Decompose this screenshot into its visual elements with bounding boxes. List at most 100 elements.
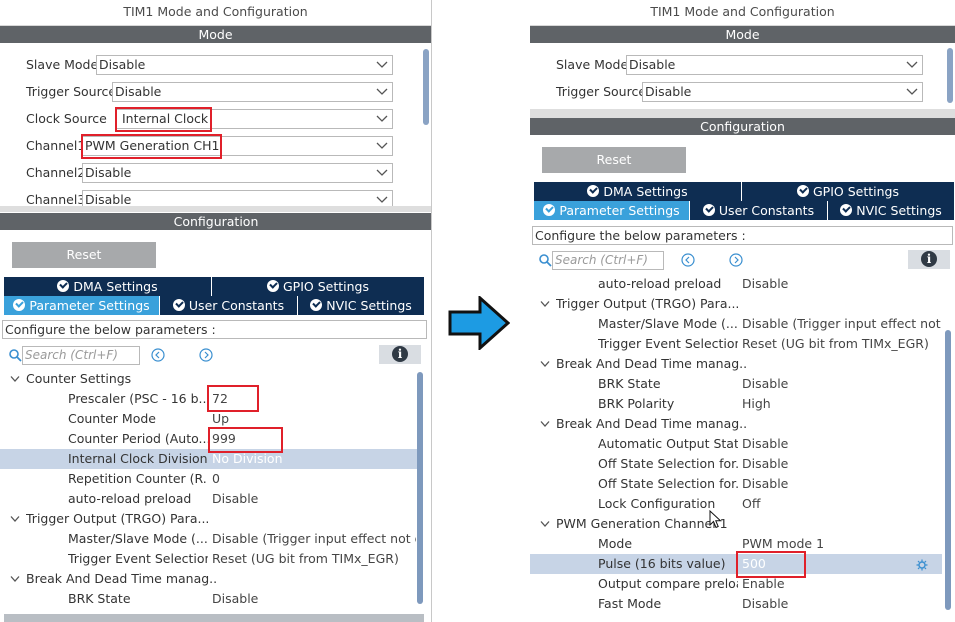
tab-dma-settings[interactable]: DMA Settings bbox=[534, 182, 742, 201]
group-header[interactable]: Trigger Output (TRGO) Para... bbox=[0, 509, 418, 529]
param-value[interactable]: Reset (UG bit from TIMx_EGR) bbox=[742, 334, 942, 354]
param-value[interactable]: 999 bbox=[212, 429, 416, 449]
param-value[interactable]: Disable (Trigger input effect not d... bbox=[742, 314, 942, 334]
param-value[interactable]: Disable bbox=[742, 594, 942, 614]
param-value[interactable]: Off bbox=[742, 494, 942, 514]
group-header[interactable]: Break And Dead Time manag... bbox=[0, 569, 418, 589]
tab-user-constants[interactable]: User Constants bbox=[690, 201, 828, 220]
slave-mode-select[interactable]: Disable bbox=[626, 55, 923, 75]
channel1-select[interactable]: PWM Generation CH1 bbox=[82, 136, 393, 156]
reset-configuration-button[interactable]: Reset Configuration bbox=[12, 242, 156, 288]
param-value[interactable]: 500 bbox=[742, 554, 942, 574]
info-button[interactable]: i bbox=[379, 345, 421, 364]
tab-label: DMA Settings bbox=[603, 184, 688, 199]
trigger-source-select[interactable]: Disable bbox=[112, 82, 393, 102]
param-row[interactable]: Internal Clock Division... No Division bbox=[0, 449, 418, 469]
tab-gpio-settings[interactable]: GPIO Settings bbox=[212, 277, 425, 296]
clock-source-select[interactable]: Internal Clock bbox=[116, 109, 393, 129]
chevron-down-icon[interactable] bbox=[540, 360, 550, 368]
chevron-down-icon[interactable] bbox=[540, 300, 550, 308]
tab-label: NVIC Settings bbox=[326, 298, 412, 313]
param-row[interactable]: Trigger Event Selection Reset (UG bit fro… bbox=[0, 549, 418, 569]
chevron-left-icon[interactable] bbox=[151, 348, 165, 362]
chevron-down-icon[interactable] bbox=[10, 375, 20, 383]
param-row[interactable]: Counter Mode Up bbox=[0, 409, 418, 429]
param-row[interactable]: Lock Configuration Off bbox=[530, 494, 942, 514]
reset-configuration-button[interactable]: Reset Configuration bbox=[542, 147, 686, 193]
tab-user-constants[interactable]: User Constants bbox=[160, 296, 298, 315]
param-value[interactable]: No Division bbox=[212, 449, 416, 469]
mode-scrollbar[interactable] bbox=[947, 48, 953, 103]
mode-area: Slave Mode Disable Trigger Source Disabl… bbox=[530, 43, 955, 109]
param-value[interactable]: Reset (UG bit from TIMx_EGR) bbox=[212, 549, 416, 569]
param-value[interactable]: High bbox=[742, 394, 942, 414]
channel3-select[interactable]: Disable bbox=[82, 190, 393, 206]
search-input[interactable]: Search (Ctrl+F) bbox=[552, 251, 664, 270]
info-button[interactable]: i bbox=[908, 250, 950, 269]
chevron-right-icon[interactable] bbox=[199, 348, 213, 362]
param-row[interactable]: auto-reload preload Disable bbox=[0, 489, 418, 509]
splitter[interactable] bbox=[530, 109, 955, 118]
group-header[interactable]: Counter Settings bbox=[0, 369, 418, 389]
group-header[interactable]: Break And Dead Time manag... bbox=[530, 354, 942, 374]
param-row[interactable]: Master/Slave Mode (... Disable (Trigger i… bbox=[0, 529, 418, 549]
param-value[interactable]: Disable (Trigger input effect not d... bbox=[212, 529, 416, 549]
chevron-down-icon[interactable] bbox=[540, 420, 550, 428]
param-row[interactable]: auto-reload preload Disable bbox=[530, 274, 942, 294]
gear-icon[interactable] bbox=[916, 559, 928, 571]
param-row[interactable]: Pulse (16 bits value) 500 bbox=[530, 554, 942, 574]
param-value[interactable]: Disable bbox=[742, 434, 942, 454]
param-row[interactable]: Trigger Event Selection Reset (UG bit fro… bbox=[530, 334, 942, 354]
param-value[interactable]: Disable bbox=[212, 489, 416, 509]
param-value[interactable]: 72 bbox=[212, 389, 416, 409]
param-name: Internal Clock Division... bbox=[68, 451, 208, 466]
param-value[interactable]: Disable bbox=[742, 274, 942, 294]
group-header[interactable]: Break And Dead Time manag... bbox=[530, 414, 942, 434]
mode-label: Trigger Source bbox=[556, 84, 647, 99]
channel2-select[interactable]: Disable bbox=[82, 163, 393, 183]
group-header[interactable]: PWM Generation Channel 1 bbox=[530, 514, 942, 534]
splitter[interactable] bbox=[0, 206, 431, 212]
param-row[interactable]: Fast Mode Disable bbox=[530, 594, 942, 614]
param-row[interactable]: Counter Period (Auto... 999 bbox=[0, 429, 418, 449]
param-row[interactable]: Output compare preload Enable bbox=[530, 574, 942, 594]
param-row[interactable]: Off State Selection for... Disable bbox=[530, 474, 942, 494]
param-value[interactable]: PWM mode 1 bbox=[742, 534, 942, 554]
param-row[interactable]: Off State Selection for... Disable bbox=[530, 454, 942, 474]
chevron-left-icon[interactable] bbox=[681, 253, 695, 267]
chevron-down-icon[interactable] bbox=[10, 515, 20, 523]
param-row[interactable]: Automatic Output State Disable bbox=[530, 434, 942, 454]
param-value[interactable]: Disable bbox=[212, 589, 416, 609]
param-value[interactable]: 0 bbox=[212, 469, 416, 489]
trigger-source-select[interactable]: Disable bbox=[642, 82, 923, 102]
tab-nvic-settings[interactable]: NVIC Settings bbox=[828, 201, 955, 220]
param-row[interactable]: BRK State Disable bbox=[0, 589, 418, 609]
param-row[interactable]: Master/Slave Mode (... Disable (Trigger i… bbox=[530, 314, 942, 334]
mode-scrollbar[interactable] bbox=[423, 49, 429, 125]
tab-parameter-settings[interactable]: Parameter Settings bbox=[4, 296, 160, 315]
chevron-down-icon[interactable] bbox=[540, 520, 550, 528]
param-value[interactable]: Disable bbox=[742, 374, 942, 394]
param-scrollbar[interactable] bbox=[417, 372, 423, 604]
param-value[interactable]: Disable bbox=[742, 474, 942, 494]
param-row[interactable]: BRK State Disable bbox=[530, 374, 942, 394]
param-name: Automatic Output State bbox=[598, 436, 738, 451]
param-value[interactable]: Disable bbox=[742, 454, 942, 474]
horizontal-scrollbar[interactable] bbox=[4, 614, 424, 622]
chevron-down-icon[interactable] bbox=[10, 575, 20, 583]
slave-mode-select[interactable]: Disable bbox=[96, 55, 393, 75]
param-value[interactable]: Enable bbox=[742, 574, 942, 594]
param-scrollbar[interactable] bbox=[945, 330, 951, 610]
param-row[interactable]: Prescaler (PSC - 16 b... 72 bbox=[0, 389, 418, 409]
tab-nvic-settings[interactable]: NVIC Settings bbox=[298, 296, 425, 315]
param-row[interactable]: Repetition Counter (R... 0 bbox=[0, 469, 418, 489]
chevron-right-icon[interactable] bbox=[729, 253, 743, 267]
param-row[interactable]: BRK Polarity High bbox=[530, 394, 942, 414]
tab-parameter-settings[interactable]: Parameter Settings bbox=[534, 201, 690, 220]
param-value[interactable]: Up bbox=[212, 409, 416, 429]
tab-dma-settings[interactable]: DMA Settings bbox=[4, 277, 212, 296]
param-row[interactable]: Mode PWM mode 1 bbox=[530, 534, 942, 554]
group-header[interactable]: Trigger Output (TRGO) Para... bbox=[530, 294, 942, 314]
tab-gpio-settings[interactable]: GPIO Settings bbox=[742, 182, 955, 201]
search-input[interactable]: Search (Ctrl+F) bbox=[22, 346, 140, 365]
